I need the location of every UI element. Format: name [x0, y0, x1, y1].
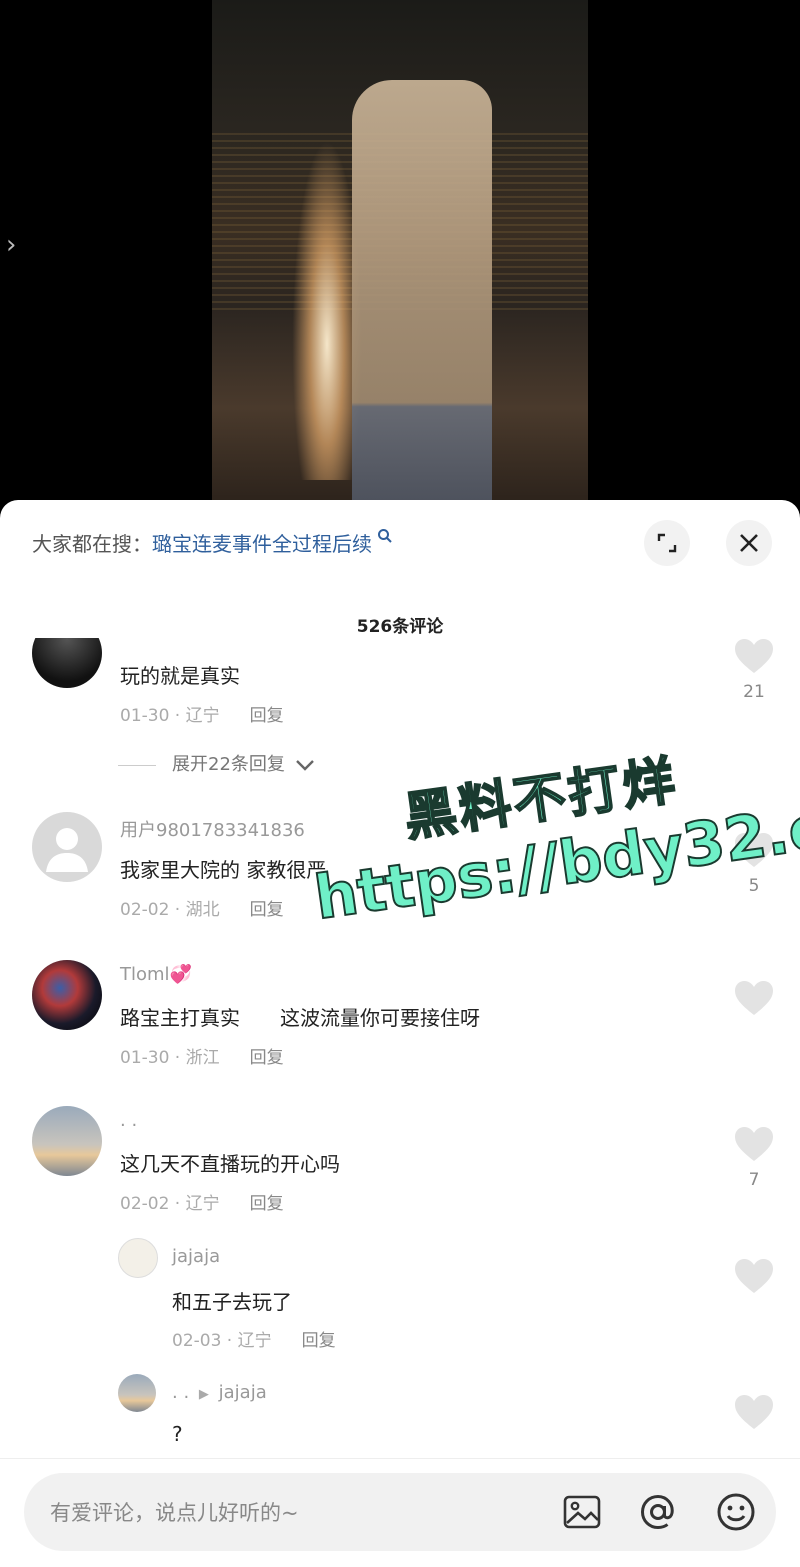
avatar[interactable] — [32, 812, 102, 882]
reply-text: ? — [172, 1422, 183, 1446]
comment-text: 这几天不直播玩的开心吗 — [120, 1152, 340, 1176]
comment-username[interactable]: Tloml💞 — [120, 964, 192, 985]
reply-button[interactable]: 回复 — [250, 1048, 284, 1068]
comment-list[interactable]: 玩的就是真实 01-30 · 辽宁 回复 21 展开22条回复 用户9801783 — [0, 638, 800, 1458]
search-icon — [372, 529, 393, 548]
reply-button[interactable]: 回复 — [302, 1331, 336, 1351]
video-figure — [352, 80, 492, 510]
comment-username[interactable]: 用户9801783341836 — [120, 816, 305, 842]
comment-count: 526条评论 — [356, 617, 444, 637]
like-button[interactable]: 7 — [734, 1126, 774, 1190]
heart-icon — [735, 639, 773, 673]
like-count: 21 — [743, 682, 765, 702]
like-button[interactable] — [734, 1394, 774, 1434]
reply-username[interactable]: . . — [172, 1382, 189, 1403]
heart-icon — [735, 1259, 773, 1293]
like-count: 7 — [748, 1170, 760, 1190]
like-count: 5 — [748, 876, 760, 896]
avatar[interactable] — [32, 638, 102, 688]
comment-input[interactable] — [48, 1473, 532, 1553]
comment-username[interactable]: . . — [120, 1110, 137, 1131]
avatar[interactable] — [118, 1238, 158, 1278]
comment-text: 我家里大院的 家教很严 — [120, 858, 327, 882]
heart-icon — [735, 1127, 773, 1161]
emoji-button[interactable] — [714, 1490, 758, 1534]
like-button[interactable]: 21 — [734, 638, 774, 702]
divider-line — [118, 764, 156, 766]
comment-date: 01-30 · 辽宁 — [120, 706, 220, 726]
comment-meta: 01-30 · 浙江 回复 — [120, 1043, 284, 1068]
default-avatar-icon — [46, 828, 88, 872]
comment-date: 01-30 · 浙江 — [120, 1048, 220, 1068]
like-button[interactable] — [734, 980, 774, 1024]
heart-icon — [735, 833, 773, 867]
at-icon — [640, 1494, 674, 1530]
heart-icon — [735, 981, 773, 1015]
like-button[interactable]: 5 — [734, 832, 774, 896]
image-button[interactable] — [560, 1490, 604, 1534]
chevron-down-icon — [295, 760, 314, 771]
comment-date: 02-02 · 辽宁 — [120, 1194, 220, 1214]
reply-button[interactable]: 回复 — [250, 706, 284, 726]
avatar[interactable] — [118, 1374, 156, 1412]
close-icon — [740, 534, 758, 552]
comment-meta: 01-30 · 辽宁 回复 — [120, 701, 284, 726]
reply-usernames: . . ▶ jajaja — [172, 1382, 267, 1403]
comment-input-container[interactable] — [24, 1473, 776, 1553]
reply-text: 和五子去玩了 — [172, 1290, 292, 1314]
comment-text: 玩的就是真实 — [120, 664, 240, 688]
chevron-right-icon[interactable]: › — [6, 230, 16, 260]
play-arrow-icon: ▶ — [198, 1387, 209, 1402]
close-button[interactable] — [726, 520, 772, 566]
reply-meta: 02-03 · 辽宁 回复 — [172, 1326, 336, 1351]
comment-date: 02-02 · 湖北 — [120, 900, 220, 920]
like-button[interactable] — [734, 1258, 774, 1298]
comment-meta: 02-02 · 辽宁 回复 — [120, 1189, 284, 1214]
expand-replies[interactable]: 展开22条回复 — [118, 750, 315, 776]
reply-button[interactable]: 回复 — [250, 900, 284, 920]
mention-button[interactable] — [636, 1490, 680, 1534]
comment-meta: 02-02 · 湖北 回复 — [120, 895, 284, 920]
comment-text: 路宝主打真实 这波流量你可要接住呀 — [120, 1006, 480, 1030]
heart-icon — [735, 1395, 773, 1429]
video-frame[interactable] — [212, 0, 588, 510]
comment-sheet: 大家都在搜：璐宝连麦事件全过程后续 526条评论 玩的就是真实 01-30 · … — [0, 500, 800, 1566]
reply-username[interactable]: jajaja — [172, 1246, 220, 1267]
comment-input-bar — [0, 1458, 800, 1567]
video-player[interactable]: › — [0, 0, 800, 510]
expand-button[interactable] — [644, 520, 690, 566]
avatar[interactable] — [32, 960, 102, 1030]
avatar[interactable] — [32, 1106, 102, 1176]
search-term-link[interactable]: 璐宝连麦事件全过程后续 — [152, 532, 372, 556]
expand-replies-label: 展开22条回复 — [172, 754, 285, 775]
search-suggestion[interactable]: 大家都在搜：璐宝连麦事件全过程后续 — [32, 528, 393, 557]
reply-button[interactable]: 回复 — [250, 1194, 284, 1214]
emoji-icon — [717, 1493, 755, 1531]
image-icon — [563, 1495, 601, 1529]
expand-icon — [657, 533, 677, 553]
reply-to-username[interactable]: jajaja — [219, 1382, 267, 1403]
reply-date: 02-03 · 辽宁 — [172, 1331, 272, 1351]
search-prefix: 大家都在搜： — [32, 532, 152, 556]
